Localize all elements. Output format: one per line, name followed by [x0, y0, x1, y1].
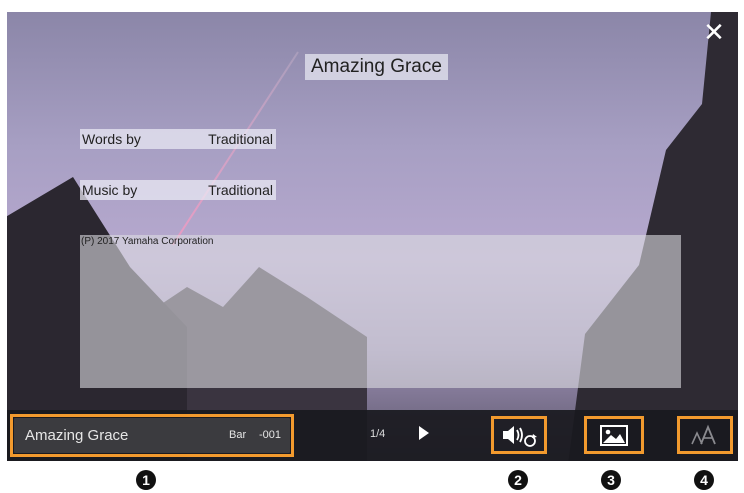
font-size-button[interactable]: [677, 416, 733, 454]
picture-icon: [600, 425, 628, 446]
copyright-text: (P) 2017 Yamaha Corporation: [81, 236, 214, 247]
play-icon[interactable]: [419, 426, 429, 440]
music-credit: Music by Traditional: [80, 180, 276, 200]
music-label: Music by: [82, 182, 138, 198]
lyrics-screen: ✕ Amazing Grace Words by Traditional Mus…: [7, 12, 738, 461]
callout-2: 2: [508, 470, 528, 490]
words-label: Words by: [82, 131, 141, 147]
song-title: Amazing Grace: [305, 54, 448, 80]
callout-4: 4: [694, 470, 714, 490]
page-indicator: 1/4: [370, 428, 386, 440]
audio-repeat-button[interactable]: [491, 416, 547, 454]
speaker-repeat-icon: [503, 426, 537, 447]
music-value: Traditional: [208, 182, 273, 198]
words-value: Traditional: [208, 131, 273, 147]
highlight-frame: [10, 414, 294, 457]
background-image-button[interactable]: [584, 416, 644, 454]
close-icon[interactable]: ✕: [702, 19, 726, 45]
font-size-icon: [691, 424, 716, 445]
words-credit: Words by Traditional: [80, 129, 276, 149]
callout-3: 3: [601, 470, 621, 490]
lyrics-text-area: (P) 2017 Yamaha Corporation: [80, 235, 681, 388]
callout-1: 1: [136, 470, 156, 490]
bottom-bar: Amazing Grace Bar -001 1/4: [7, 410, 738, 461]
